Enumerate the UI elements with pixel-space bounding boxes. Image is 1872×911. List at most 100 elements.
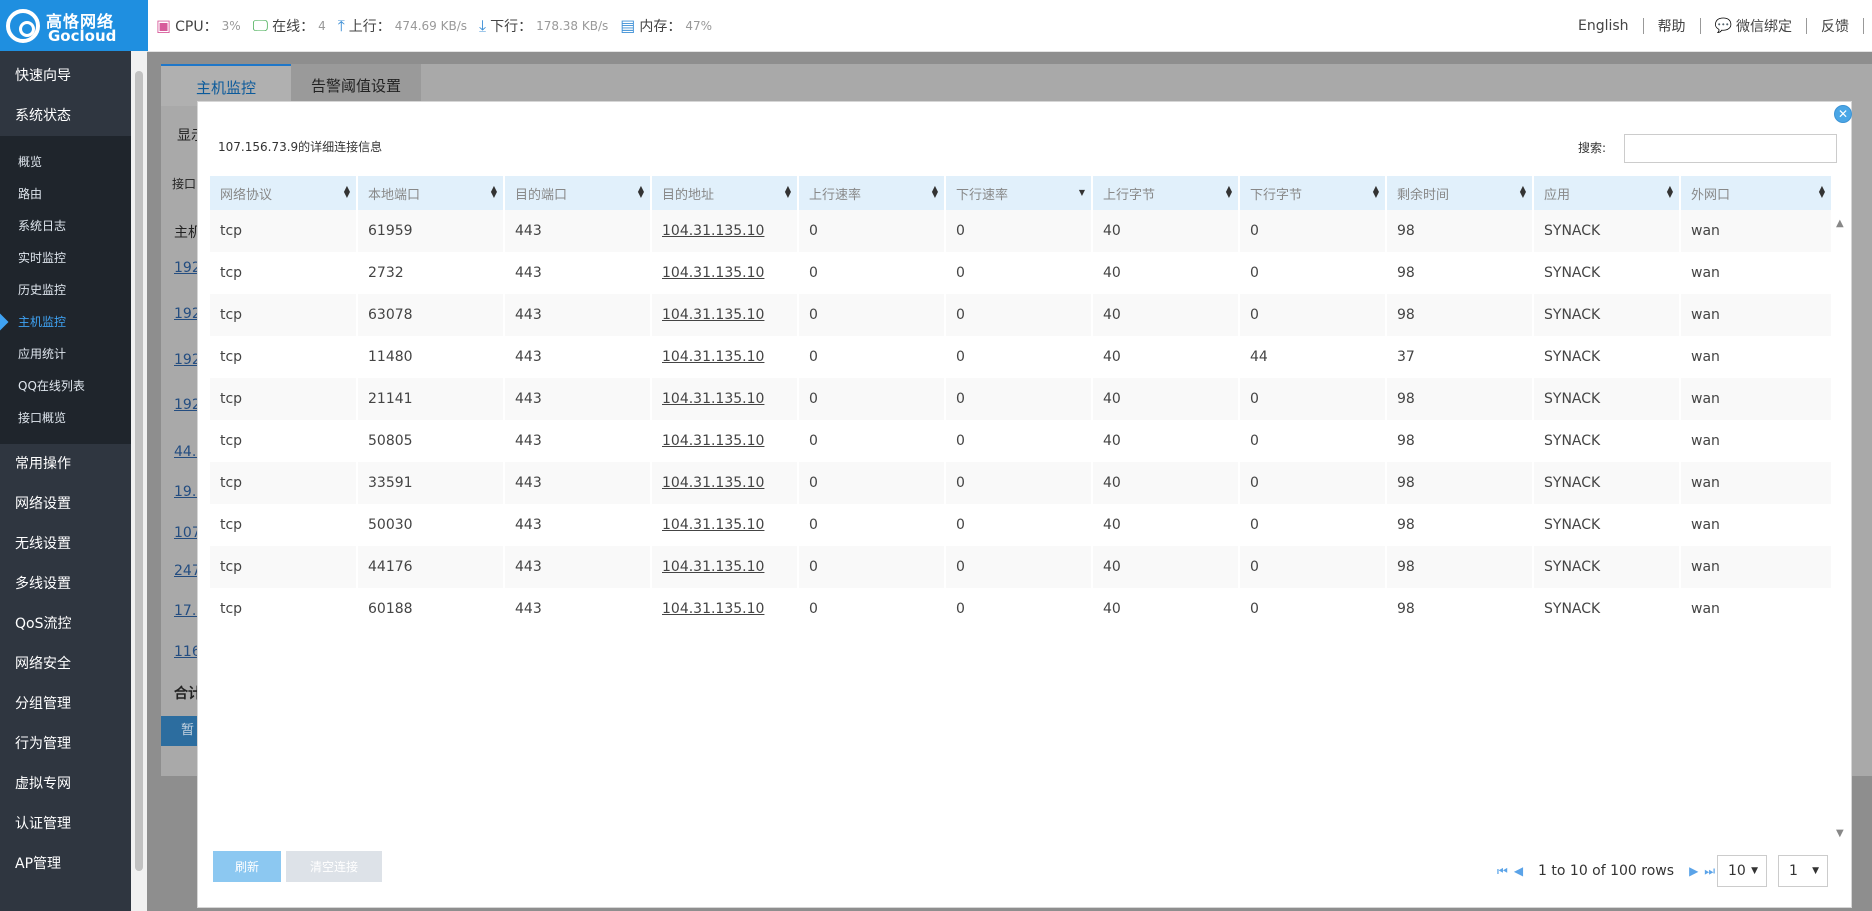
sidebar-item-vpn[interactable]: 虚拟专网 bbox=[0, 764, 131, 804]
search-input[interactable] bbox=[1624, 134, 1837, 163]
column-header-down-bytes[interactable]: 下行字节 ▲ ▼ bbox=[1239, 176, 1387, 210]
cell-dest-address[interactable]: 104.31.135.10 bbox=[651, 210, 799, 252]
sidebar-item-common-ops[interactable]: 常用操作 bbox=[0, 444, 131, 484]
sidebar-item-multiline-settings[interactable]: 多线设置 bbox=[0, 564, 131, 604]
sort-icon: ▲ ▼ bbox=[637, 184, 644, 199]
sidebar-item-group-management[interactable]: 分组管理 bbox=[0, 684, 131, 724]
stat-online: 🖵 在线： 4 bbox=[253, 16, 326, 36]
close-icon[interactable]: ✕ bbox=[1834, 105, 1852, 123]
brand-logo[interactable]: 高恪网络 Gocloud bbox=[0, 0, 148, 51]
dest-address-link[interactable]: 104.31.135.10 bbox=[662, 391, 764, 407]
dest-address-link[interactable]: 104.31.135.10 bbox=[662, 265, 764, 281]
help-link[interactable]: 帮助 bbox=[1658, 16, 1686, 36]
sidebar-subitem-routes[interactable]: 路由 bbox=[0, 178, 131, 210]
cell-down-bytes: 0 bbox=[1239, 546, 1387, 588]
clear-connections-button[interactable]: 清空连接 bbox=[286, 851, 382, 882]
table-row[interactable]: tcp 63078 443 104.31.135.10 0 0 40 0 98 SYNACK wan bbox=[210, 294, 1833, 336]
table-row[interactable]: tcp 11480 443 104.31.135.10 0 0 40 44 37 SYNACK wa… bbox=[210, 336, 1833, 378]
column-header-up-bytes[interactable]: 上行字节 ▲ ▼ bbox=[1092, 176, 1240, 210]
cell-dest-address[interactable]: 104.31.135.10 bbox=[651, 546, 799, 588]
column-header-local-port[interactable]: 本地端口 ▲ ▼ bbox=[357, 176, 505, 210]
sort-icon: ▲ ▼ bbox=[1818, 184, 1825, 199]
cell-dest-port: 443 bbox=[504, 378, 652, 420]
sidebar-subitem-interface-overview[interactable]: 接口概览 bbox=[0, 402, 131, 434]
sidebar-subitem-system-log[interactable]: 系统日志 bbox=[0, 210, 131, 242]
cell-remaining-time: 98 bbox=[1386, 462, 1534, 504]
sidebar-item-network-settings[interactable]: 网络设置 bbox=[0, 484, 131, 524]
sidebar-item-system-status[interactable]: 系统状态 bbox=[0, 96, 131, 136]
table-row[interactable]: tcp 2732 443 104.31.135.10 0 0 40 0 98 SYNACK wan bbox=[210, 252, 1833, 294]
sidebar-item-wireless-settings[interactable]: 无线设置 bbox=[0, 524, 131, 564]
sort-icon: ▲ ▼ bbox=[931, 184, 938, 199]
cell-dest-address[interactable]: 104.31.135.10 bbox=[651, 336, 799, 378]
last-page-icon[interactable]: ⏭ bbox=[1704, 864, 1715, 879]
dest-address-link[interactable]: 104.31.135.10 bbox=[662, 349, 764, 365]
sidebar-item-behavior-management[interactable]: 行为管理 bbox=[0, 724, 131, 764]
sidebar-subitem-qq-online[interactable]: QQ在线列表 bbox=[0, 370, 131, 402]
bg-text: 接口 bbox=[172, 177, 197, 191]
cell-dest-address[interactable]: 104.31.135.10 bbox=[651, 462, 799, 504]
column-header-dest-address[interactable]: 目的地址 ▲ ▼ bbox=[651, 176, 799, 210]
dest-address-link[interactable]: 104.31.135.10 bbox=[662, 433, 764, 449]
dest-address-link[interactable]: 104.31.135.10 bbox=[662, 475, 764, 491]
cell-protocol: tcp bbox=[210, 210, 358, 252]
table-row[interactable]: tcp 60188 443 104.31.135.10 0 0 40 0 98 SYNACK wan bbox=[210, 588, 1833, 630]
sidebar-item-qos[interactable]: QoS流控 bbox=[0, 604, 131, 644]
tab-host-monitor[interactable]: 主机监控 bbox=[161, 64, 291, 106]
column-header-dest-port[interactable]: 目的端口 ▲ ▼ bbox=[504, 176, 652, 210]
column-header-remaining-time[interactable]: 剩余时间 ▲ ▼ bbox=[1386, 176, 1534, 210]
first-page-icon[interactable]: ⏮ bbox=[1497, 864, 1508, 879]
table-row[interactable]: tcp 33591 443 104.31.135.10 0 0 40 0 98 SYNACK wan bbox=[210, 462, 1833, 504]
dest-address-link[interactable]: 104.31.135.10 bbox=[662, 601, 764, 617]
sidebar-item-ap-management[interactable]: AP管理 bbox=[0, 844, 131, 884]
prev-page-icon[interactable]: ◀ bbox=[1514, 864, 1523, 878]
table-row[interactable]: tcp 44176 443 104.31.135.10 0 0 40 0 98 SYNACK wan bbox=[210, 546, 1833, 588]
column-header-protocol[interactable]: 网络协议 ▲ ▼ bbox=[210, 176, 358, 210]
dest-address-link[interactable]: 104.31.135.10 bbox=[662, 559, 764, 575]
language-english-link[interactable]: English bbox=[1578, 18, 1629, 34]
cell-dest-address[interactable]: 104.31.135.10 bbox=[651, 588, 799, 630]
page-size-select[interactable]: 10 ▼ bbox=[1717, 855, 1767, 887]
feedback-link[interactable]: 反馈 bbox=[1821, 16, 1849, 36]
cell-down-rate: 0 bbox=[945, 210, 1093, 252]
sidebar-subitem-host-monitor[interactable]: 主机监控 bbox=[0, 306, 131, 338]
cell-local-port: 50030 bbox=[357, 504, 505, 546]
sidebar-subitem-overview[interactable]: 概览 bbox=[0, 146, 131, 178]
column-header-wan-port[interactable]: 外网口 ▲ ▼ bbox=[1680, 176, 1833, 210]
cell-dest-address[interactable]: 104.31.135.10 bbox=[651, 252, 799, 294]
pagination: ⏮ ◀ 1 to 10 of 100 rows ▶ ⏭ bbox=[1494, 861, 1718, 881]
table-row[interactable]: tcp 21141 443 104.31.135.10 0 0 40 0 98 SYNACK wan bbox=[210, 378, 1833, 420]
cell-dest-address[interactable]: 104.31.135.10 bbox=[651, 504, 799, 546]
sidebar-item-auth-management[interactable]: 认证管理 bbox=[0, 804, 131, 844]
wechat-bind-link[interactable]: 微信绑定 bbox=[1736, 16, 1792, 36]
column-header-application[interactable]: 应用 ▲ ▼ bbox=[1533, 176, 1681, 210]
tab-alert-threshold[interactable]: 告警阈值设置 bbox=[291, 64, 421, 104]
cell-dest-address[interactable]: 104.31.135.10 bbox=[651, 420, 799, 462]
cell-dest-address[interactable]: 104.31.135.10 bbox=[651, 294, 799, 336]
cell-dest-address[interactable]: 104.31.135.10 bbox=[651, 378, 799, 420]
scroll-down-icon[interactable]: ▼ bbox=[1836, 828, 1844, 839]
sidebar-item-quick-guide[interactable]: 快速向导 bbox=[0, 56, 131, 96]
dest-address-link[interactable]: 104.31.135.10 bbox=[662, 223, 764, 239]
scroll-up-icon[interactable]: ▲ bbox=[1836, 218, 1844, 229]
sidebar-subitem-history-monitor[interactable]: 历史监控 bbox=[0, 274, 131, 306]
table-row[interactable]: tcp 50805 443 104.31.135.10 0 0 40 0 98 SYNACK wan bbox=[210, 420, 1833, 462]
column-header-up-rate[interactable]: 上行速率 ▲ ▼ bbox=[798, 176, 946, 210]
stat-memory: ▤ 内存： 47% bbox=[620, 16, 712, 36]
column-header-down-rate[interactable]: 下行速率 ▼ bbox=[945, 176, 1093, 210]
dest-address-link[interactable]: 104.31.135.10 bbox=[662, 307, 764, 323]
sidebar-scrollbar[interactable] bbox=[131, 51, 147, 911]
table-row[interactable]: tcp 61959 443 104.31.135.10 0 0 40 0 98 SYNACK wan bbox=[210, 210, 1833, 252]
cell-down-bytes: 0 bbox=[1239, 210, 1387, 252]
refresh-button[interactable]: 刷新 bbox=[213, 851, 281, 882]
cell-remaining-time: 98 bbox=[1386, 210, 1534, 252]
dest-address-link[interactable]: 104.31.135.10 bbox=[662, 517, 764, 533]
scrollbar-thumb[interactable] bbox=[135, 71, 143, 871]
next-page-icon[interactable]: ▶ bbox=[1689, 864, 1698, 878]
sidebar-subitem-realtime-monitor[interactable]: 实时监控 bbox=[0, 242, 131, 274]
sidebar-item-network-security[interactable]: 网络安全 bbox=[0, 644, 131, 684]
table-row[interactable]: tcp 50030 443 104.31.135.10 0 0 40 0 98 SYNACK wan bbox=[210, 504, 1833, 546]
modal-scrollbar[interactable]: ▲ ▼ bbox=[1832, 210, 1850, 846]
page-number-select[interactable]: 1 ▼ bbox=[1778, 855, 1828, 887]
sidebar-subitem-app-stats[interactable]: 应用统计 bbox=[0, 338, 131, 370]
